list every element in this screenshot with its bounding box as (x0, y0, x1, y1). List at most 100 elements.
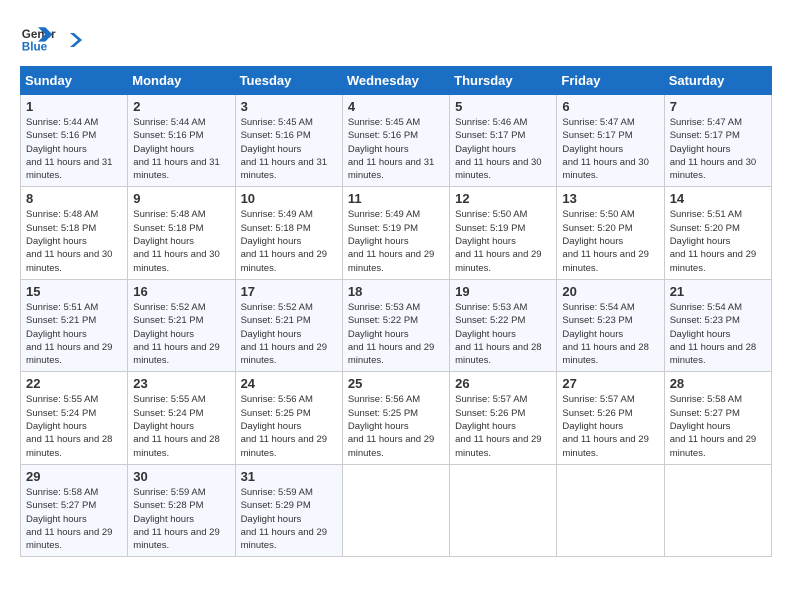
calendar-week-row: 1 Sunrise: 5:44 AM Sunset: 5:16 PM Dayli… (21, 95, 772, 187)
day-info: Sunrise: 5:48 AM Sunset: 5:18 PM Dayligh… (26, 208, 122, 274)
day-number: 2 (133, 99, 229, 114)
day-info: Sunrise: 5:57 AM Sunset: 5:26 PM Dayligh… (455, 393, 551, 459)
calendar-table: SundayMondayTuesdayWednesdayThursdayFrid… (20, 66, 772, 557)
column-header-thursday: Thursday (450, 67, 557, 95)
day-number: 3 (241, 99, 337, 114)
day-number: 27 (562, 376, 658, 391)
calendar-cell: 16 Sunrise: 5:52 AM Sunset: 5:21 PM Dayl… (128, 279, 235, 371)
column-header-tuesday: Tuesday (235, 67, 342, 95)
day-info: Sunrise: 5:44 AM Sunset: 5:16 PM Dayligh… (133, 116, 229, 182)
svg-text:Blue: Blue (22, 41, 48, 54)
day-number: 11 (348, 191, 444, 206)
calendar-week-row: 29 Sunrise: 5:58 AM Sunset: 5:27 PM Dayl… (21, 464, 772, 556)
day-number: 23 (133, 376, 229, 391)
calendar-cell: 17 Sunrise: 5:52 AM Sunset: 5:21 PM Dayl… (235, 279, 342, 371)
calendar-week-row: 8 Sunrise: 5:48 AM Sunset: 5:18 PM Dayli… (21, 187, 772, 279)
day-number: 21 (670, 284, 766, 299)
day-number: 18 (348, 284, 444, 299)
day-info: Sunrise: 5:54 AM Sunset: 5:23 PM Dayligh… (670, 301, 766, 367)
column-header-friday: Friday (557, 67, 664, 95)
day-info: Sunrise: 5:56 AM Sunset: 5:25 PM Dayligh… (348, 393, 444, 459)
day-number: 6 (562, 99, 658, 114)
logo-arrow-icon (64, 31, 82, 49)
day-info: Sunrise: 5:59 AM Sunset: 5:29 PM Dayligh… (241, 486, 337, 552)
calendar-cell: 4 Sunrise: 5:45 AM Sunset: 5:16 PM Dayli… (342, 95, 449, 187)
calendar-cell: 22 Sunrise: 5:55 AM Sunset: 5:24 PM Dayl… (21, 372, 128, 464)
day-number: 15 (26, 284, 122, 299)
day-info: Sunrise: 5:55 AM Sunset: 5:24 PM Dayligh… (26, 393, 122, 459)
calendar-cell: 12 Sunrise: 5:50 AM Sunset: 5:19 PM Dayl… (450, 187, 557, 279)
day-number: 10 (241, 191, 337, 206)
calendar-cell: 24 Sunrise: 5:56 AM Sunset: 5:25 PM Dayl… (235, 372, 342, 464)
calendar-cell: 23 Sunrise: 5:55 AM Sunset: 5:24 PM Dayl… (128, 372, 235, 464)
calendar-cell: 26 Sunrise: 5:57 AM Sunset: 5:26 PM Dayl… (450, 372, 557, 464)
day-info: Sunrise: 5:51 AM Sunset: 5:20 PM Dayligh… (670, 208, 766, 274)
day-info: Sunrise: 5:58 AM Sunset: 5:27 PM Dayligh… (26, 486, 122, 552)
day-info: Sunrise: 5:52 AM Sunset: 5:21 PM Dayligh… (241, 301, 337, 367)
day-info: Sunrise: 5:45 AM Sunset: 5:16 PM Dayligh… (348, 116, 444, 182)
calendar-cell: 30 Sunrise: 5:59 AM Sunset: 5:28 PM Dayl… (128, 464, 235, 556)
calendar-cell (450, 464, 557, 556)
logo-icon: General Blue (20, 20, 56, 56)
calendar-cell: 29 Sunrise: 5:58 AM Sunset: 5:27 PM Dayl… (21, 464, 128, 556)
calendar-cell: 7 Sunrise: 5:47 AM Sunset: 5:17 PM Dayli… (664, 95, 771, 187)
day-info: Sunrise: 5:49 AM Sunset: 5:19 PM Dayligh… (348, 208, 444, 274)
calendar-cell: 19 Sunrise: 5:53 AM Sunset: 5:22 PM Dayl… (450, 279, 557, 371)
day-number: 13 (562, 191, 658, 206)
day-info: Sunrise: 5:45 AM Sunset: 5:16 PM Dayligh… (241, 116, 337, 182)
day-info: Sunrise: 5:46 AM Sunset: 5:17 PM Dayligh… (455, 116, 551, 182)
day-number: 12 (455, 191, 551, 206)
day-info: Sunrise: 5:59 AM Sunset: 5:28 PM Dayligh… (133, 486, 229, 552)
day-info: Sunrise: 5:44 AM Sunset: 5:16 PM Dayligh… (26, 116, 122, 182)
calendar-week-row: 22 Sunrise: 5:55 AM Sunset: 5:24 PM Dayl… (21, 372, 772, 464)
day-info: Sunrise: 5:50 AM Sunset: 5:19 PM Dayligh… (455, 208, 551, 274)
day-info: Sunrise: 5:51 AM Sunset: 5:21 PM Dayligh… (26, 301, 122, 367)
calendar-cell: 6 Sunrise: 5:47 AM Sunset: 5:17 PM Dayli… (557, 95, 664, 187)
column-header-saturday: Saturday (664, 67, 771, 95)
header-row: SundayMondayTuesdayWednesdayThursdayFrid… (21, 67, 772, 95)
day-number: 26 (455, 376, 551, 391)
calendar-cell: 10 Sunrise: 5:49 AM Sunset: 5:18 PM Dayl… (235, 187, 342, 279)
day-number: 19 (455, 284, 551, 299)
calendar-cell: 21 Sunrise: 5:54 AM Sunset: 5:23 PM Dayl… (664, 279, 771, 371)
calendar-cell: 8 Sunrise: 5:48 AM Sunset: 5:18 PM Dayli… (21, 187, 128, 279)
calendar-cell: 31 Sunrise: 5:59 AM Sunset: 5:29 PM Dayl… (235, 464, 342, 556)
calendar-cell: 11 Sunrise: 5:49 AM Sunset: 5:19 PM Dayl… (342, 187, 449, 279)
day-info: Sunrise: 5:49 AM Sunset: 5:18 PM Dayligh… (241, 208, 337, 274)
calendar-cell: 3 Sunrise: 5:45 AM Sunset: 5:16 PM Dayli… (235, 95, 342, 187)
day-number: 25 (348, 376, 444, 391)
day-number: 4 (348, 99, 444, 114)
calendar-cell (557, 464, 664, 556)
day-number: 17 (241, 284, 337, 299)
day-number: 7 (670, 99, 766, 114)
day-info: Sunrise: 5:52 AM Sunset: 5:21 PM Dayligh… (133, 301, 229, 367)
day-number: 28 (670, 376, 766, 391)
day-number: 1 (26, 99, 122, 114)
day-info: Sunrise: 5:55 AM Sunset: 5:24 PM Dayligh… (133, 393, 229, 459)
day-info: Sunrise: 5:58 AM Sunset: 5:27 PM Dayligh… (670, 393, 766, 459)
day-number: 31 (241, 469, 337, 484)
column-header-monday: Monday (128, 67, 235, 95)
calendar-cell: 28 Sunrise: 5:58 AM Sunset: 5:27 PM Dayl… (664, 372, 771, 464)
calendar-cell: 18 Sunrise: 5:53 AM Sunset: 5:22 PM Dayl… (342, 279, 449, 371)
day-number: 29 (26, 469, 122, 484)
day-number: 30 (133, 469, 229, 484)
calendar-week-row: 15 Sunrise: 5:51 AM Sunset: 5:21 PM Dayl… (21, 279, 772, 371)
calendar-cell: 13 Sunrise: 5:50 AM Sunset: 5:20 PM Dayl… (557, 187, 664, 279)
column-header-wednesday: Wednesday (342, 67, 449, 95)
calendar-cell (664, 464, 771, 556)
logo: General Blue (20, 20, 82, 56)
calendar-cell: 5 Sunrise: 5:46 AM Sunset: 5:17 PM Dayli… (450, 95, 557, 187)
day-info: Sunrise: 5:48 AM Sunset: 5:18 PM Dayligh… (133, 208, 229, 274)
calendar-cell: 9 Sunrise: 5:48 AM Sunset: 5:18 PM Dayli… (128, 187, 235, 279)
calendar-cell (342, 464, 449, 556)
calendar-cell: 2 Sunrise: 5:44 AM Sunset: 5:16 PM Dayli… (128, 95, 235, 187)
day-info: Sunrise: 5:53 AM Sunset: 5:22 PM Dayligh… (348, 301, 444, 367)
day-info: Sunrise: 5:56 AM Sunset: 5:25 PM Dayligh… (241, 393, 337, 459)
day-number: 24 (241, 376, 337, 391)
column-header-sunday: Sunday (21, 67, 128, 95)
calendar-cell: 25 Sunrise: 5:56 AM Sunset: 5:25 PM Dayl… (342, 372, 449, 464)
day-number: 20 (562, 284, 658, 299)
day-number: 5 (455, 99, 551, 114)
calendar-cell: 14 Sunrise: 5:51 AM Sunset: 5:20 PM Dayl… (664, 187, 771, 279)
